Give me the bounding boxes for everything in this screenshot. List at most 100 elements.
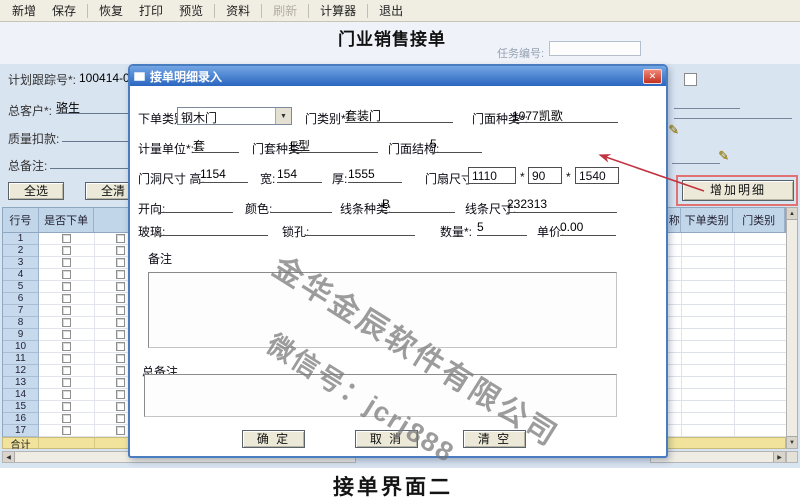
total-note-textarea[interactable]: [144, 374, 617, 417]
customer-value[interactable]: 骆生: [56, 99, 128, 114]
row-checkbox[interactable]: [116, 282, 125, 291]
row-checkbox[interactable]: [62, 414, 71, 423]
toolbar-button[interactable]: 退出: [371, 1, 411, 20]
row-checkbox[interactable]: [116, 330, 125, 339]
toolbar-button[interactable]: 恢复: [91, 1, 131, 20]
right-grid-total-row: [650, 437, 786, 449]
row-checkbox[interactable]: [62, 258, 71, 267]
scroll-left-icon[interactable]: ◀: [3, 452, 15, 462]
quantity-value[interactable]: 5: [477, 220, 527, 236]
leaf-size-input-2[interactable]: 90: [528, 167, 562, 184]
chevron-down-icon[interactable]: ▼: [275, 108, 291, 124]
row-checkbox[interactable]: [62, 282, 71, 291]
row-checkbox[interactable]: [62, 402, 71, 411]
row-checkbox[interactable]: [62, 234, 71, 243]
row-checkbox[interactable]: [116, 342, 125, 351]
quality-deduction-value[interactable]: [62, 127, 128, 142]
row-number-cell: 13: [3, 377, 39, 389]
header-checkbox[interactable]: [684, 73, 697, 86]
column-header: 门类别: [733, 208, 785, 232]
open-direction-value[interactable]: [158, 197, 233, 213]
plan-no-label: 计划跟踪号*:: [8, 71, 76, 88]
face-structure-value[interactable]: 5: [430, 137, 482, 153]
row-checkbox[interactable]: [116, 402, 125, 411]
row-number-cell: 6: [3, 293, 39, 305]
field-underline: [674, 118, 792, 119]
row-checkbox[interactable]: [116, 354, 125, 363]
hole-height-value[interactable]: 1154: [200, 167, 248, 183]
color-value[interactable]: [270, 197, 332, 213]
line-type-value[interactable]: B: [382, 197, 455, 213]
task-number-input[interactable]: [549, 41, 641, 56]
close-icon[interactable]: ✕: [643, 69, 662, 84]
row-checkbox[interactable]: [116, 378, 125, 387]
scroll-right-icon[interactable]: ▶: [773, 452, 785, 462]
row-checkbox[interactable]: [62, 426, 71, 435]
hole-thickness-value[interactable]: 1555: [348, 167, 402, 183]
cancel-button[interactable]: 取 消: [355, 430, 418, 448]
row-checkbox[interactable]: [116, 234, 125, 243]
row-checkbox[interactable]: [62, 270, 71, 279]
toolbar: 新增保存恢复打印预览资料刷新计算器退出: [0, 0, 800, 22]
scroll-up-icon[interactable]: ▲: [787, 208, 797, 220]
toolbar-button[interactable]: 打印: [131, 1, 171, 20]
row-checkbox[interactable]: [62, 246, 71, 255]
pencil-edit-icon[interactable]: ✎: [668, 122, 679, 138]
lock-hole-value[interactable]: [305, 220, 415, 236]
right-grid-header: 称下单类别门类别: [650, 207, 786, 233]
row-number-cell: 12: [3, 365, 39, 377]
toolbar-button[interactable]: 保存: [44, 1, 84, 20]
row-checkbox[interactable]: [116, 390, 125, 399]
row-number-cell: 7: [3, 305, 39, 317]
row-checkbox[interactable]: [62, 354, 71, 363]
row-checkbox[interactable]: [116, 294, 125, 303]
row-checkbox[interactable]: [116, 258, 125, 267]
ok-button[interactable]: 确 定: [242, 430, 305, 448]
row-checkbox[interactable]: [62, 330, 71, 339]
clear-button[interactable]: 清 空: [463, 430, 526, 448]
row-checkbox[interactable]: [116, 426, 125, 435]
toolbar-button[interactable]: 资料: [218, 1, 258, 20]
row-checkbox[interactable]: [116, 414, 125, 423]
row-checkbox[interactable]: [62, 318, 71, 327]
leaf-size-input-1[interactable]: 1110: [468, 167, 516, 184]
dialog-titlebar[interactable]: 接单明细录入 ✕: [130, 66, 666, 86]
row-number-cell: 4: [3, 269, 39, 281]
select-all-button[interactable]: 全选: [8, 182, 64, 200]
row-checkbox[interactable]: [62, 378, 71, 387]
vertical-scrollbar[interactable]: ▲ ▼: [786, 207, 798, 449]
row-checkbox[interactable]: [116, 366, 125, 375]
row-checkbox[interactable]: [62, 342, 71, 351]
unit-value[interactable]: 套: [193, 137, 239, 153]
frame-type-value[interactable]: E型: [290, 137, 378, 153]
leaf-size-input-3[interactable]: 1540: [575, 167, 619, 184]
right-horizontal-scrollbar[interactable]: ▶: [650, 451, 786, 463]
glass-value[interactable]: [160, 220, 268, 236]
checkbox-cell: [39, 389, 95, 401]
door-category-value[interactable]: 套装门: [345, 107, 453, 123]
checkbox-cell: [39, 365, 95, 377]
toolbar-button[interactable]: 预览: [171, 1, 211, 20]
row-checkbox[interactable]: [116, 246, 125, 255]
row-checkbox[interactable]: [116, 318, 125, 327]
toolbar-button[interactable]: 新增: [4, 1, 44, 20]
line-size-value[interactable]: 232313: [507, 197, 617, 213]
note-textarea[interactable]: [148, 272, 617, 348]
unit-price-value[interactable]: 0.00: [560, 220, 616, 236]
toolbar-button[interactable]: 计算器: [312, 1, 364, 20]
total-remark-label: 总备注:: [8, 157, 47, 174]
door-face-value[interactable]: 1077凯歌: [512, 107, 618, 123]
multiply-sign: *: [520, 170, 525, 184]
row-checkbox[interactable]: [62, 366, 71, 375]
pencil-edit-icon[interactable]: ✎: [718, 148, 729, 164]
scroll-down-icon[interactable]: ▼: [787, 436, 797, 448]
row-checkbox[interactable]: [62, 390, 71, 399]
row-checkbox[interactable]: [116, 270, 125, 279]
total-remark-value[interactable]: [50, 154, 128, 169]
row-checkbox[interactable]: [116, 306, 125, 315]
hole-width-value[interactable]: 154: [277, 167, 322, 183]
row-checkbox[interactable]: [62, 306, 71, 315]
row-checkbox[interactable]: [62, 294, 71, 303]
column-header: 是否下单: [39, 208, 95, 232]
order-type-select[interactable]: 钢木门 ▼: [177, 107, 292, 125]
